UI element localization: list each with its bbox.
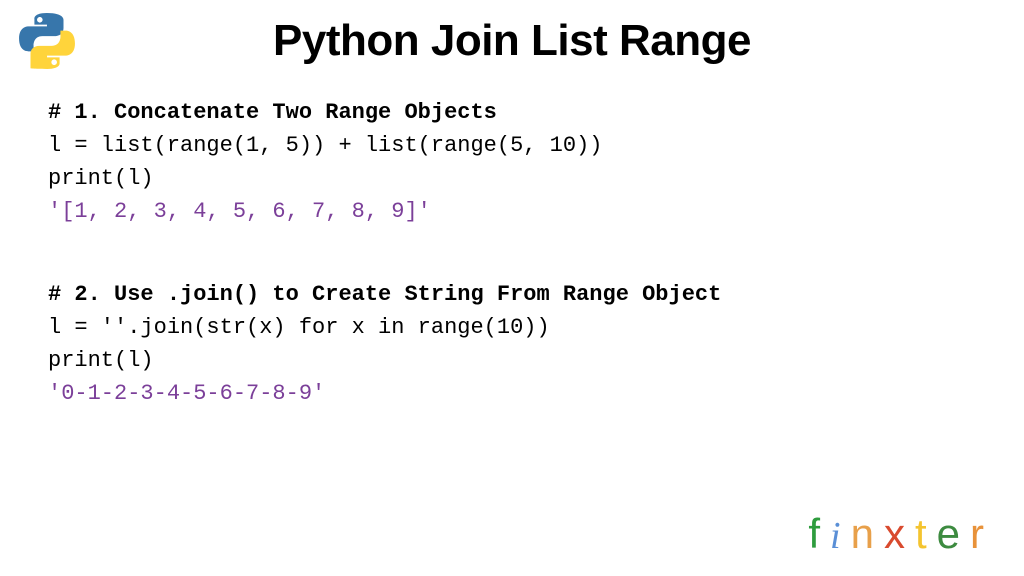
code-block-2: # 2. Use .join() to Create String From R…	[48, 278, 976, 410]
brand-logo: finxter	[808, 510, 994, 558]
code-line-2a: l = ''.join(str(x) for x in range(10))	[48, 311, 976, 344]
comment-2: # 2. Use .join() to Create String From R…	[48, 278, 976, 311]
output-1: '[1, 2, 3, 4, 5, 6, 7, 8, 9]'	[48, 195, 976, 228]
output-2: '0-1-2-3-4-5-6-7-8-9'	[48, 377, 976, 410]
comment-1: # 1. Concatenate Two Range Objects	[48, 96, 976, 129]
brand-letter-n: n	[851, 510, 884, 557]
page-title: Python Join List Range	[0, 0, 1024, 66]
code-line-1b: print(l)	[48, 162, 976, 195]
python-logo-icon	[18, 12, 76, 70]
code-line-1a: l = list(range(1, 5)) + list(range(5, 10…	[48, 129, 976, 162]
code-line-2b: print(l)	[48, 344, 976, 377]
code-block-1: # 1. Concatenate Two Range Objects l = l…	[48, 96, 976, 228]
content-area: # 1. Concatenate Two Range Objects l = l…	[0, 66, 1024, 410]
brand-letter-e: e	[937, 510, 970, 557]
brand-letter-r: r	[970, 510, 994, 557]
brand-letter-f: f	[808, 510, 830, 557]
brand-letter-x: x	[884, 510, 915, 557]
brand-letter-t: t	[915, 510, 937, 557]
brand-letter-i: i	[830, 515, 851, 557]
